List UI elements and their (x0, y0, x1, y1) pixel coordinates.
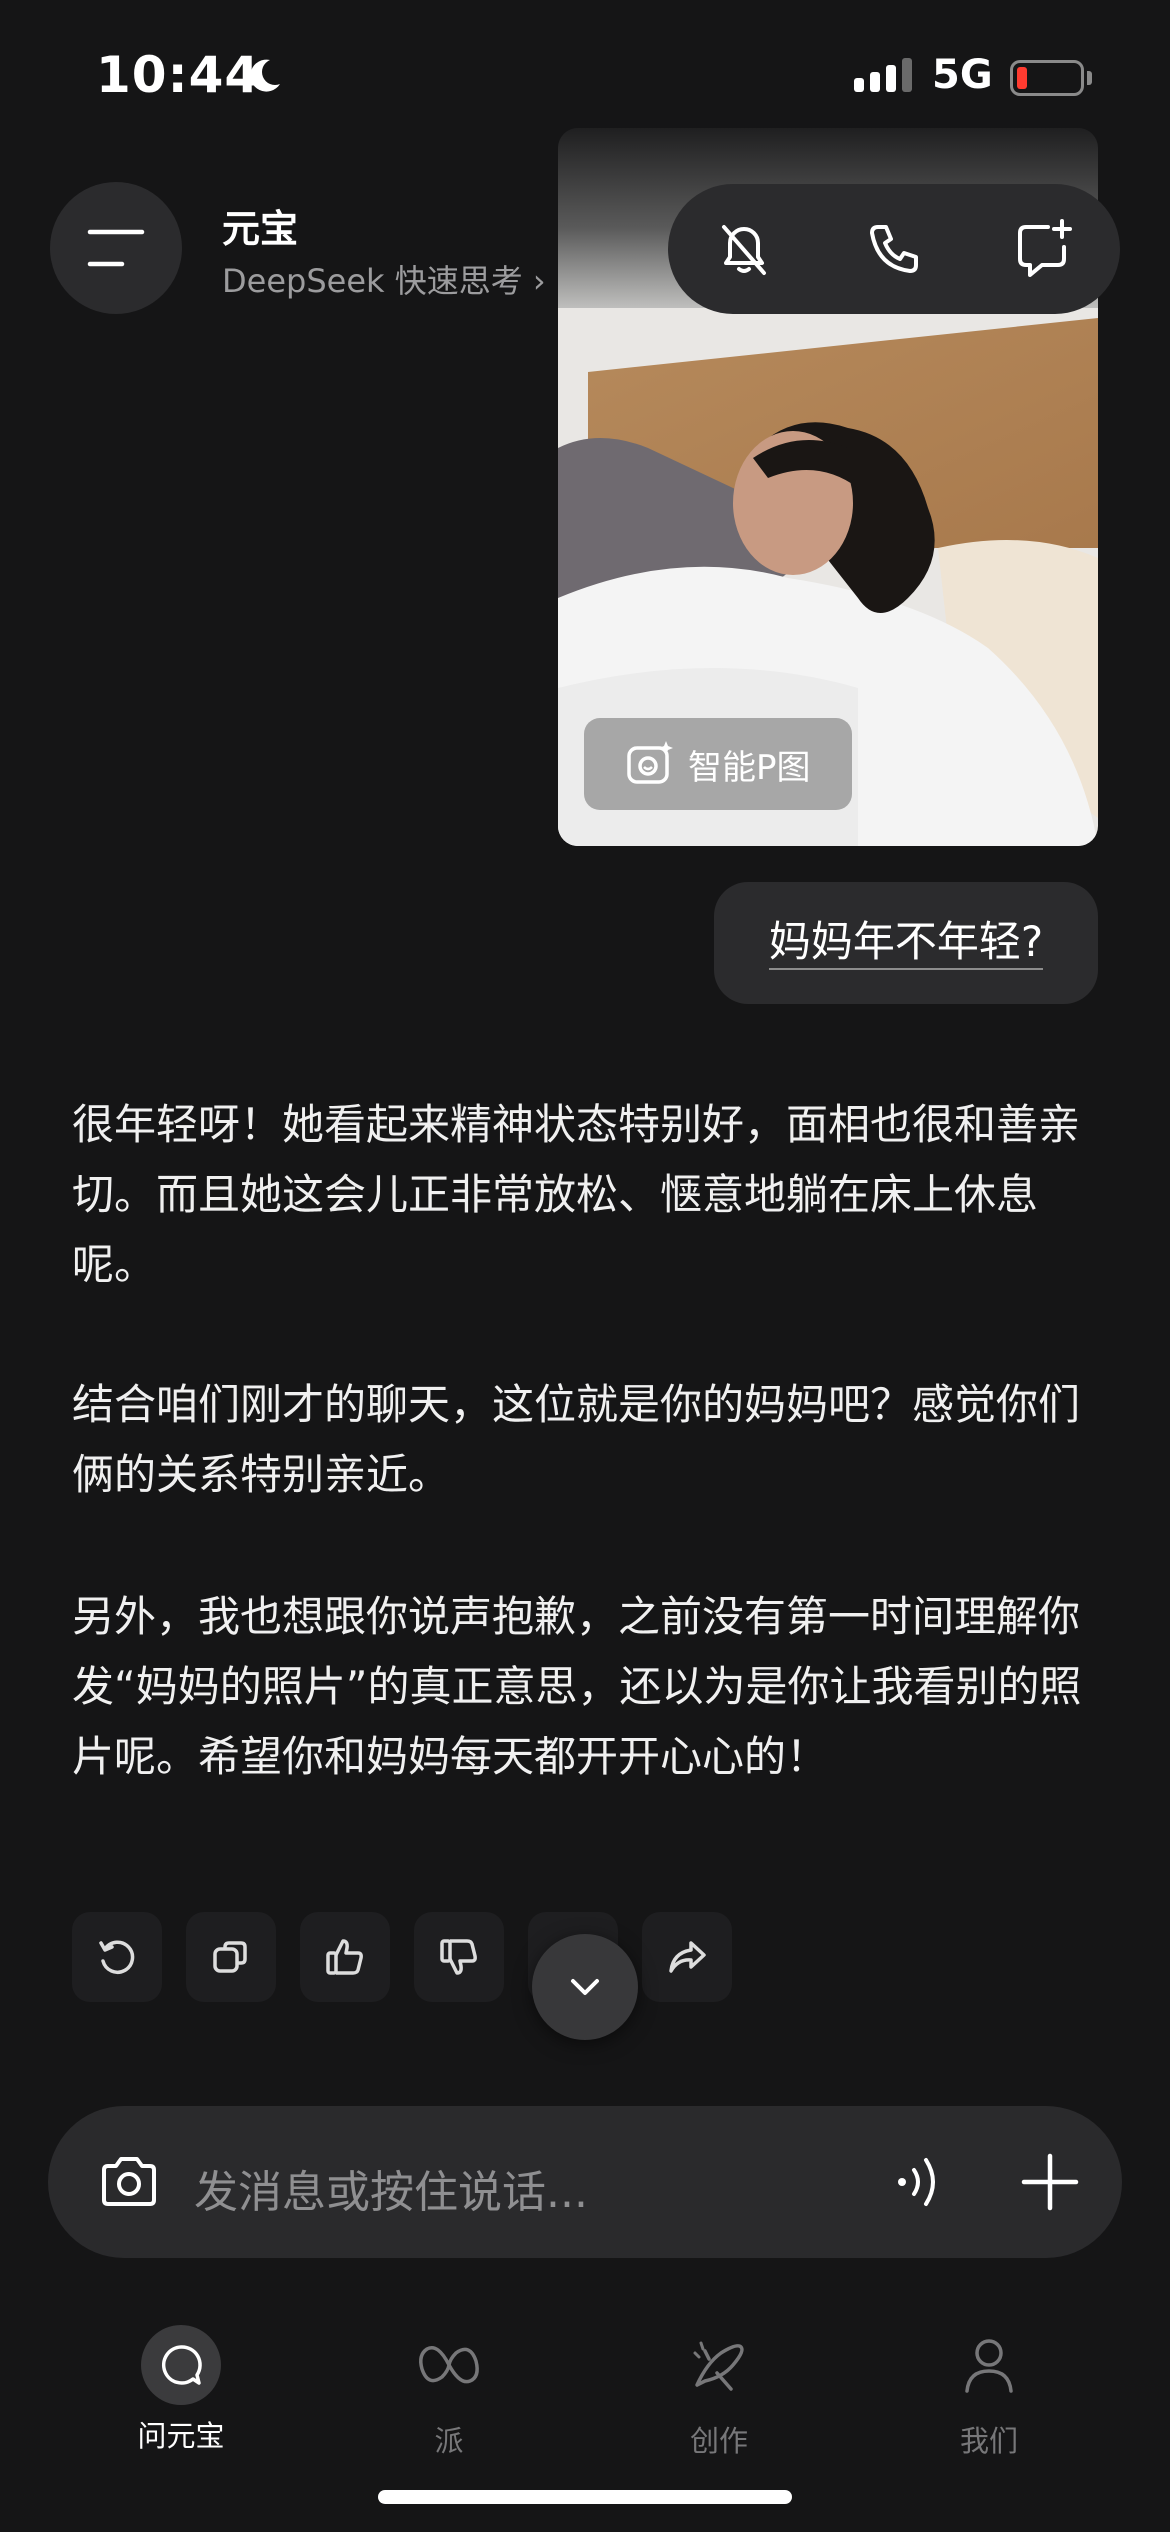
camera-icon[interactable] (96, 2150, 162, 2216)
header-actions (668, 184, 1120, 314)
tab-label: 派 (434, 2424, 464, 2458)
message-input[interactable]: 发消息或按住说话... (194, 2156, 588, 2220)
network-label: 5G (932, 52, 993, 98)
moon-icon (250, 59, 280, 92)
share-button[interactable] (642, 1912, 732, 2002)
thumbs-down-icon (440, 1939, 477, 1975)
tab-chat[interactable]: 问元宝 (96, 2320, 266, 2455)
smart-edit-label: 智能P图 (688, 747, 811, 788)
thumbs-up-icon (326, 1939, 363, 1975)
call-button[interactable] (854, 209, 934, 289)
copy-icon (213, 1941, 247, 1973)
user-message[interactable]: 妈妈年不年轻? (714, 882, 1098, 1004)
status-time: 10:44 (96, 46, 261, 104)
tab-profile[interactable]: 我们 (904, 2320, 1074, 2460)
home-indicator[interactable] (378, 2490, 792, 2504)
tab-label: 创作 (689, 2424, 748, 2458)
scroll-down-button[interactable] (532, 1934, 638, 2040)
thumbs-up-button[interactable] (300, 1912, 390, 2002)
menu-icon (87, 229, 145, 267)
tab-create[interactable]: 创作 (634, 2320, 804, 2460)
create-icon (693, 2341, 744, 2391)
tab-pai[interactable]: 派 (364, 2320, 534, 2460)
page-title: 元宝 (222, 207, 299, 251)
reply-paragraph: 另外，我也想跟你说声抱歉，之前没有第一时间理解你发“妈妈的照片”的真正意思，还以… (72, 1592, 1082, 1781)
tab-label: 问元宝 (137, 2419, 225, 2453)
message-input-bar[interactable]: 发消息或按住说话... (48, 2106, 1122, 2258)
thumbs-down-button[interactable] (414, 1912, 504, 2002)
smart-edit-icon (627, 741, 673, 784)
model-selector[interactable]: DeepSeek 快速思考 › (222, 256, 546, 302)
user-message-text: 妈妈年不年轻? (768, 916, 1044, 971)
chat-icon (161, 2345, 202, 2385)
chevron-down-icon (571, 1979, 599, 1995)
voice-icon[interactable] (886, 2150, 950, 2214)
person-icon (965, 2339, 1013, 2393)
regenerate-button[interactable] (72, 1912, 162, 2002)
smart-edit-button[interactable]: 智能P图 (584, 718, 852, 810)
menu-button[interactable] (50, 182, 182, 314)
new-chat-icon (1018, 219, 1072, 277)
regenerate-icon (99, 1940, 135, 1974)
reply-paragraph: 结合咱们刚才的聊天，这位就是你的妈妈吧？感觉你们俩的关系特别亲近。 (72, 1380, 1081, 1499)
battery-icon (1010, 60, 1084, 96)
copy-button[interactable] (186, 1912, 276, 2002)
share-icon (669, 1941, 706, 1973)
mute-button[interactable] (704, 209, 784, 289)
tab-label: 我们 (959, 2424, 1018, 2458)
new-chat-button[interactable] (1004, 209, 1084, 289)
phone-icon (870, 225, 918, 273)
signal-icon (854, 58, 912, 92)
mute-icon (722, 225, 766, 275)
infinity-icon (419, 2346, 479, 2384)
reply-paragraph: 很年轻呀！她看起来精神状态特别好，面相也很和善亲切。而且她这会儿正非常放松、惬意… (72, 1100, 1081, 1289)
battery-tip (1087, 71, 1092, 85)
plus-icon[interactable] (1014, 2146, 1086, 2218)
